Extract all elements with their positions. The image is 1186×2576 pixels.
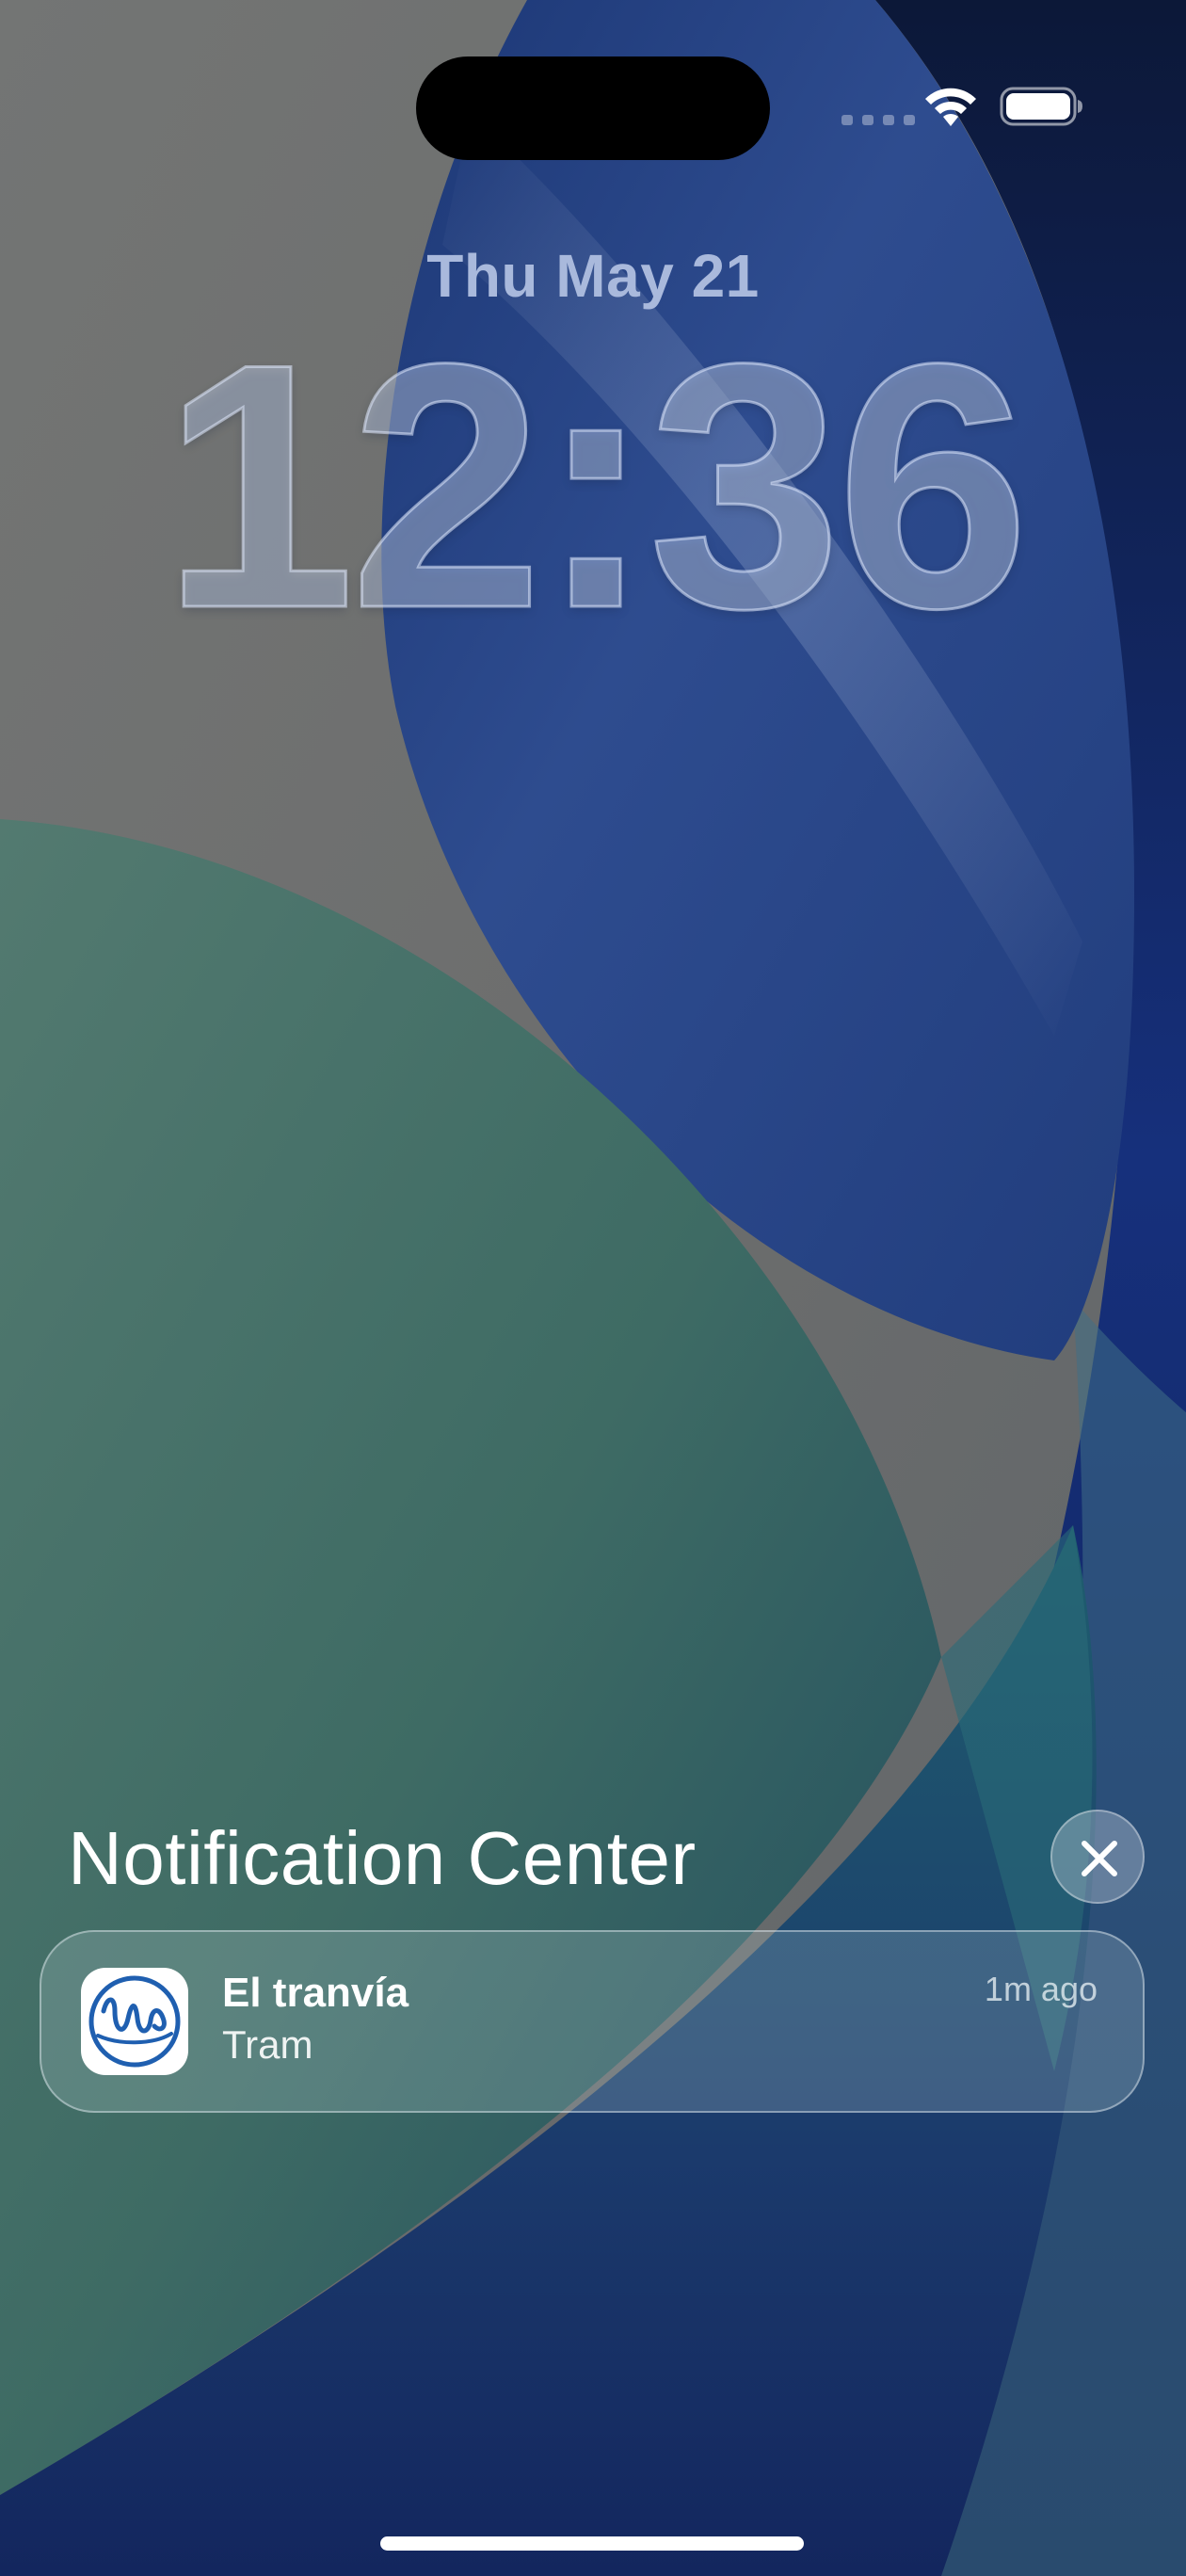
wifi-icon — [925, 88, 976, 126]
tram-logo-icon — [88, 1975, 181, 2068]
close-icon — [1082, 1841, 1117, 1876]
dynamic-island — [416, 56, 770, 160]
notification-center-title: Notification Center — [68, 1816, 697, 1900]
notification-timestamp: 1m ago — [984, 1970, 1098, 2008]
tram-app-icon — [81, 1968, 188, 2075]
lock-screen: Thu May 21 12:36 Notification Center El … — [0, 0, 1186, 2576]
notification-center-clear-button[interactable] — [1050, 1810, 1145, 1904]
notification-app-name: El tranvía — [222, 1970, 409, 2016]
status-bar — [838, 83, 1101, 130]
battery-icon — [1000, 87, 1082, 126]
home-indicator[interactable] — [380, 2536, 804, 2551]
lock-screen-clock: 12:36 — [160, 292, 1031, 681]
notification-body: Tram — [222, 2022, 313, 2067]
cellular-signal-icon — [841, 115, 915, 125]
notification-card[interactable]: El tranvía Tram 1m ago — [40, 1930, 1145, 2113]
